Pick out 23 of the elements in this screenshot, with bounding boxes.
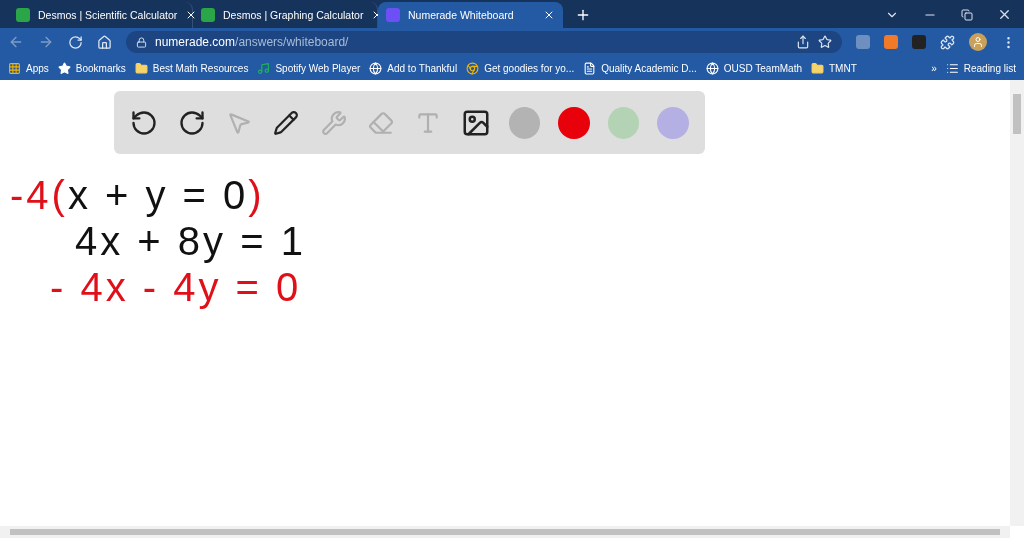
tab-title: Desmos | Graphing Calculator (223, 9, 364, 21)
url-text: numerade.com/answers/whiteboard/ (155, 35, 349, 49)
handwritten-text: x + y = 0 (67, 172, 249, 218)
handwritten-text: 4x + 8y = 1 (75, 218, 306, 264)
bookmark[interactable]: Best Math Resources (134, 61, 249, 75)
bookmark[interactable]: TMNT (811, 61, 857, 75)
bookmark[interactable]: OUSD TeamMath (705, 61, 802, 75)
bookmark[interactable]: Quality Academic D... (583, 61, 697, 75)
handwritten-text: ( (51, 172, 68, 218)
bookmark[interactable]: Apps (8, 61, 49, 75)
bookmark[interactable]: Spotify Web Player (257, 61, 361, 75)
address-bar[interactable]: numerade.com/answers/whiteboard/ (126, 31, 842, 53)
more-bookmarks-button[interactable]: » (931, 62, 937, 74)
handwritten-text: -4 (10, 172, 52, 218)
handwritten-text: ) (248, 172, 265, 218)
bookmark[interactable]: Bookmarks (57, 61, 126, 75)
bookmark[interactable]: Get goodies for yo... (466, 61, 575, 75)
tab-title: Numerade Whiteboard (408, 9, 515, 21)
bookmark[interactable]: Add to Thankful (369, 61, 458, 75)
handwritten-text: - 4x - 4y = 0 (50, 264, 302, 310)
tab-title: Desmos | Scientific Calculator (38, 9, 178, 21)
reading-list-button[interactable]: Reading list (945, 61, 1016, 75)
browser-tab[interactable]: Numerade Whiteboard (378, 2, 563, 28)
